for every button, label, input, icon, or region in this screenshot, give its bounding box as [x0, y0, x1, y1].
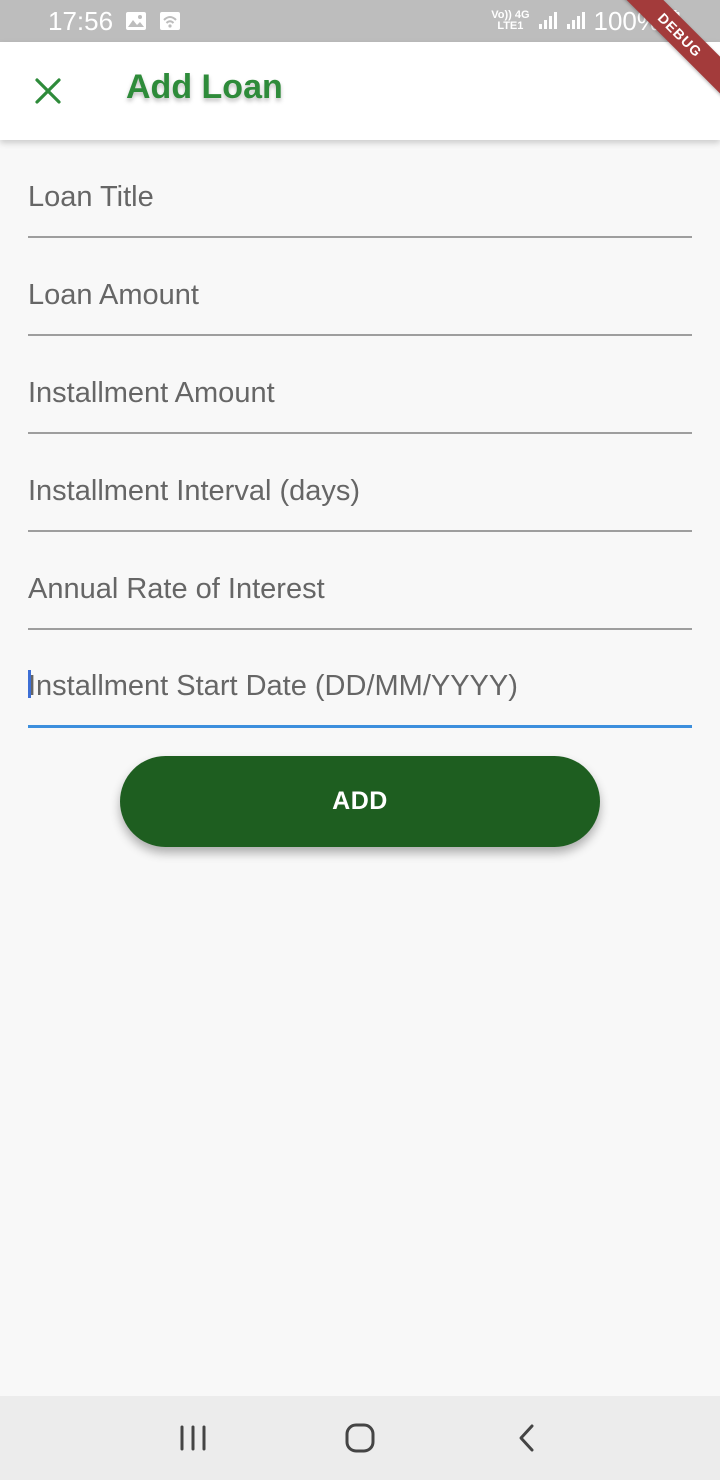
close-button[interactable] — [28, 71, 68, 111]
installment-interval-field-container — [28, 434, 692, 532]
start-date-field-container — [28, 630, 692, 728]
installment-amount-field-container — [28, 336, 692, 434]
loan-amount-field[interactable] — [28, 279, 692, 312]
annual-rate-field[interactable] — [28, 573, 692, 606]
loan-amount-field-container — [28, 238, 692, 336]
annual-rate-field-container — [28, 532, 692, 630]
recents-button[interactable] — [153, 1408, 233, 1468]
signal-icon — [538, 11, 558, 31]
loan-form — [28, 140, 692, 728]
network-bottom: LTE1 — [497, 20, 524, 32]
wifi-icon — [159, 11, 181, 31]
status-bar: 17:56 Vo)) 4G LTE1 100% — [0, 0, 720, 42]
recents-icon — [180, 1425, 206, 1451]
installment-amount-field[interactable] — [28, 377, 692, 410]
status-left: 17:56 — [48, 6, 181, 37]
app-bar: Add Loan — [0, 42, 720, 140]
loan-title-field-container — [28, 140, 692, 238]
installment-interval-field[interactable] — [28, 475, 692, 508]
home-button[interactable] — [320, 1408, 400, 1468]
loan-title-field[interactable] — [28, 181, 692, 214]
signal-icon-2 — [566, 11, 586, 31]
text-cursor — [28, 670, 31, 698]
system-nav-bar — [0, 1396, 720, 1480]
add-button[interactable]: ADD — [120, 756, 600, 847]
back-button[interactable] — [487, 1408, 567, 1468]
back-icon — [519, 1424, 534, 1452]
home-icon — [345, 1423, 375, 1453]
gallery-icon — [125, 11, 147, 31]
network-label: Vo)) 4G LTE1 — [491, 10, 529, 32]
page-title: Add Loan — [126, 68, 283, 106]
close-icon — [35, 78, 61, 104]
start-date-field[interactable] — [28, 670, 692, 703]
status-time: 17:56 — [48, 5, 114, 36]
